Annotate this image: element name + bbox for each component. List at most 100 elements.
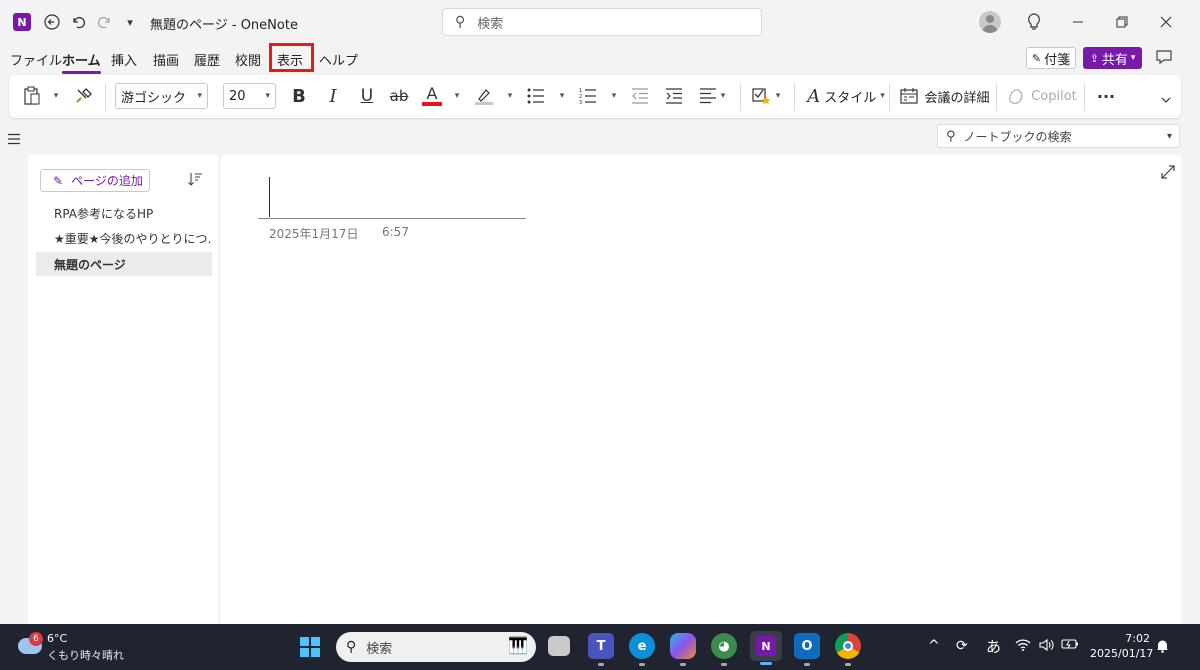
increase-indent-icon[interactable]	[663, 85, 685, 107]
feedback-icon[interactable]	[1155, 48, 1173, 70]
task-view-icon[interactable]	[548, 636, 570, 656]
onenote-taskbar-icon[interactable]: N	[750, 631, 782, 665]
lightbulb-icon[interactable]	[1024, 12, 1044, 32]
meeting-details-label: 会議の詳細	[924, 90, 990, 106]
undo-icon[interactable]	[68, 12, 88, 32]
ribbon-collapse-icon[interactable]	[1159, 89, 1173, 111]
bullet-list-icon[interactable]	[525, 85, 547, 107]
share-button[interactable]: ⇪ 共有 ▾	[1083, 47, 1142, 69]
tab-history[interactable]: 履歴	[194, 50, 220, 69]
ime-indicator[interactable]: あ	[986, 636, 1001, 657]
copilot-app-icon[interactable]	[670, 633, 696, 666]
font-name-select[interactable]: 游ゴシック ▾	[115, 83, 208, 109]
wifi-icon[interactable]	[1015, 638, 1031, 656]
meeting-calendar-icon	[900, 88, 919, 104]
paint-icon[interactable]: ◕	[711, 633, 737, 666]
numbered-list-icon[interactable]: 123	[577, 85, 599, 107]
tag-dropdown-icon[interactable]: ▾	[773, 85, 783, 107]
font-color-button[interactable]: A	[421, 85, 443, 107]
sticky-notes-button[interactable]: ✎ 付箋	[1026, 47, 1076, 69]
edge-icon[interactable]: e	[629, 633, 655, 666]
account-avatar[interactable]	[979, 11, 1001, 33]
italic-button[interactable]: I	[323, 85, 343, 107]
bullet-dropdown-icon[interactable]: ▾	[557, 85, 567, 107]
notebook-search-box[interactable]: ⚲ ノートブックの検索 ▾	[937, 124, 1180, 148]
expand-icon[interactable]	[1161, 165, 1175, 183]
teams-icon[interactable]: T	[588, 633, 614, 666]
quick-access-dropdown-icon[interactable]: ▾	[122, 12, 138, 32]
tab-insert[interactable]: 挿入	[111, 50, 137, 69]
chrome-icon[interactable]	[835, 633, 861, 666]
page-canvas[interactable]: 2025年1月17日 6:57	[221, 155, 1181, 624]
separator	[1084, 83, 1085, 111]
font-size-select[interactable]: 20 ▾	[223, 83, 276, 109]
tab-help[interactable]: ヘルプ	[319, 50, 358, 69]
back-icon[interactable]	[42, 12, 62, 32]
title-text-cursor	[269, 177, 270, 217]
tab-review[interactable]: 校閲	[235, 50, 261, 69]
tab-draw[interactable]: 描画	[153, 50, 179, 69]
page-item[interactable]: ★重要★今後のやりとりにつ…	[36, 226, 212, 250]
page-item-selected[interactable]: 無題のページ	[36, 252, 212, 276]
paste-dropdown-icon[interactable]: ▾	[51, 85, 61, 107]
page-item[interactable]: RPA参考になるHP	[36, 201, 212, 225]
separator	[794, 83, 795, 111]
minimize-icon[interactable]	[1068, 12, 1088, 32]
system-clock[interactable]: 7:02 2025/01/17	[1090, 631, 1153, 661]
svg-text:3: 3	[579, 100, 582, 105]
separator	[889, 83, 890, 111]
chevron-down-icon: ▾	[265, 91, 270, 101]
separator	[740, 83, 741, 111]
align-icon[interactable]	[697, 85, 719, 107]
notebook-search-placeholder: ノートブックの検索	[963, 129, 1072, 144]
taskbar-search[interactable]: ⚲ 検索 🎹	[336, 632, 536, 662]
paste-icon[interactable]	[21, 85, 43, 107]
font-color-dropdown-icon[interactable]: ▾	[452, 85, 462, 107]
highlighter-icon[interactable]	[473, 85, 495, 107]
numbered-dropdown-icon[interactable]: ▾	[609, 85, 619, 107]
search-box[interactable]: ⚲ 検索	[442, 8, 762, 36]
meeting-details-button[interactable]: 会議の詳細	[900, 85, 990, 107]
add-page-button[interactable]: ✎ ページの追加	[40, 169, 150, 192]
notification-bell-icon[interactable]	[1156, 639, 1169, 657]
note-icon: ✎	[1031, 51, 1042, 65]
copilot-icon	[1009, 89, 1023, 104]
decrease-indent-icon[interactable]	[629, 85, 651, 107]
styles-label: スタイル	[824, 90, 877, 106]
align-dropdown-icon[interactable]: ▾	[718, 85, 728, 107]
sort-icon[interactable]	[188, 172, 202, 190]
styles-button[interactable]: A スタイル ▾	[805, 85, 887, 107]
share-label: 共有	[1101, 52, 1128, 68]
document-title: 無題のページ - OneNote	[150, 18, 298, 33]
sync-icon[interactable]: ⟳	[956, 638, 968, 654]
chevron-down-icon: ▾	[1130, 53, 1136, 63]
volume-icon[interactable]	[1039, 638, 1055, 656]
format-painter-icon[interactable]	[73, 85, 95, 107]
outlook-icon[interactable]: O	[794, 633, 820, 666]
windows-start-icon[interactable]	[300, 637, 320, 657]
navigation-menu-icon[interactable]	[7, 130, 21, 149]
battery-icon[interactable]	[1061, 638, 1079, 654]
strikethrough-button[interactable]: ab	[387, 85, 411, 107]
restore-icon[interactable]	[1112, 12, 1132, 32]
windows-taskbar: 6 6°C くもり時々晴れ ⚲ 検索 🎹 T e ◕ N O ^ ⟳ あ 7:0…	[0, 624, 1200, 670]
tab-file[interactable]: ファイル	[10, 50, 62, 69]
weather-widget[interactable]: 6 6°C くもり時々晴れ	[18, 630, 128, 664]
onenote-icon: N	[13, 13, 31, 31]
add-page-icon: ✎	[53, 173, 64, 188]
chevron-down-icon: ▾	[1166, 130, 1172, 142]
bold-button[interactable]: B	[289, 85, 309, 107]
tab-home[interactable]: ホーム	[62, 50, 101, 74]
page-date: 2025年1月17日	[269, 227, 359, 241]
copilot-label: Copilot	[1031, 88, 1077, 104]
more-options-button[interactable]: ···	[1094, 85, 1118, 107]
underline-button[interactable]: U	[357, 85, 377, 107]
sticky-notes-label: 付箋	[1044, 52, 1071, 68]
close-icon[interactable]	[1156, 12, 1176, 32]
redo-icon[interactable]	[95, 12, 115, 32]
copilot-button[interactable]: Copilot	[1006, 85, 1078, 107]
highlight-dropdown-icon[interactable]: ▾	[505, 85, 515, 107]
tag-checkbox-star-icon[interactable]	[750, 85, 774, 107]
search-highlight-icon: 🎹	[508, 636, 528, 655]
chevron-up-icon[interactable]: ^	[928, 638, 940, 654]
